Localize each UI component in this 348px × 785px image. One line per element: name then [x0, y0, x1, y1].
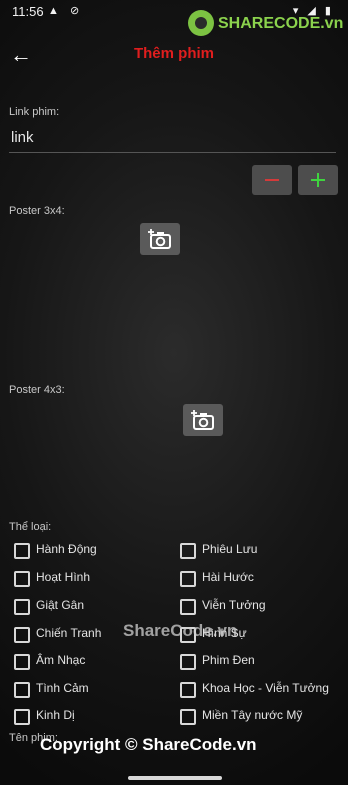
link-input-value: link [11, 129, 34, 146]
add-photo-icon [148, 229, 171, 249]
genre-checkbox-label: Chiến Tranh [36, 626, 102, 640]
home-indicator[interactable] [128, 776, 222, 780]
checkbox-box[interactable] [14, 709, 30, 725]
checkbox-box[interactable] [14, 627, 30, 643]
checkbox-box[interactable] [14, 543, 30, 559]
checkbox-box[interactable] [180, 709, 196, 725]
genre-checkbox-label: Giật Gân [36, 598, 85, 612]
page-title: Thêm phim [133, 45, 214, 62]
sharecode-logo-text: SHARECODE.vn [218, 15, 344, 32]
genre-checkbox-label: Tình Cảm [36, 681, 89, 695]
genre-checkbox-label: Khoa Học - Viễn Tưởng [202, 681, 329, 695]
checkbox-box[interactable] [14, 571, 30, 587]
checkbox-box[interactable] [14, 682, 30, 698]
checkbox-box[interactable] [180, 654, 196, 670]
checkbox-box[interactable] [14, 654, 30, 670]
checkbox-box[interactable] [180, 682, 196, 698]
genre-label: Thể loại: [9, 521, 52, 533]
checkbox-box[interactable] [180, 543, 196, 559]
genre-checkbox-label: Viễn Tưởng [202, 598, 266, 612]
add-button[interactable] [298, 165, 338, 195]
sharecode-logo-icon [188, 10, 214, 36]
poster-3x4-camera-button[interactable] [140, 223, 180, 255]
center-watermark: ShareCode.vn [123, 621, 238, 640]
genre-checkbox-label: Miền Tây nước Mỹ [202, 708, 303, 722]
genre-checkbox-label: Âm Nhạc [36, 653, 86, 667]
genre-checkbox-label: Phim Đen [202, 653, 255, 667]
remove-button[interactable] [252, 165, 292, 195]
genre-checkbox-label: Hành Động [36, 542, 97, 556]
add-photo-icon [191, 410, 214, 430]
status-notification-icons: ▲ ⊘ [48, 5, 84, 17]
checkbox-box[interactable] [14, 599, 30, 615]
genre-checkbox-label: Hoạt Hình [36, 570, 91, 584]
poster-4x3-camera-button[interactable] [183, 404, 223, 436]
link-input[interactable]: link [9, 124, 336, 153]
app-bar: ← Thêm phim [0, 36, 348, 76]
poster-3x4-label: Poster 3x4: [9, 205, 65, 217]
minus-icon [265, 179, 279, 181]
footer-watermark: Copyright © ShareCode.vn [40, 735, 257, 754]
link-label: Link phim: [9, 106, 60, 118]
status-time: 11:56 [12, 4, 44, 19]
genre-checkbox-label: Phiêu Lưu [202, 542, 258, 556]
checkbox-box[interactable] [180, 571, 196, 587]
poster-4x3-label: Poster 4x3: [9, 384, 65, 396]
checkbox-box[interactable] [180, 599, 196, 615]
genre-checkbox-label: Hài Hước [202, 570, 254, 584]
genre-checkbox-label: Kinh Dị [36, 708, 75, 722]
